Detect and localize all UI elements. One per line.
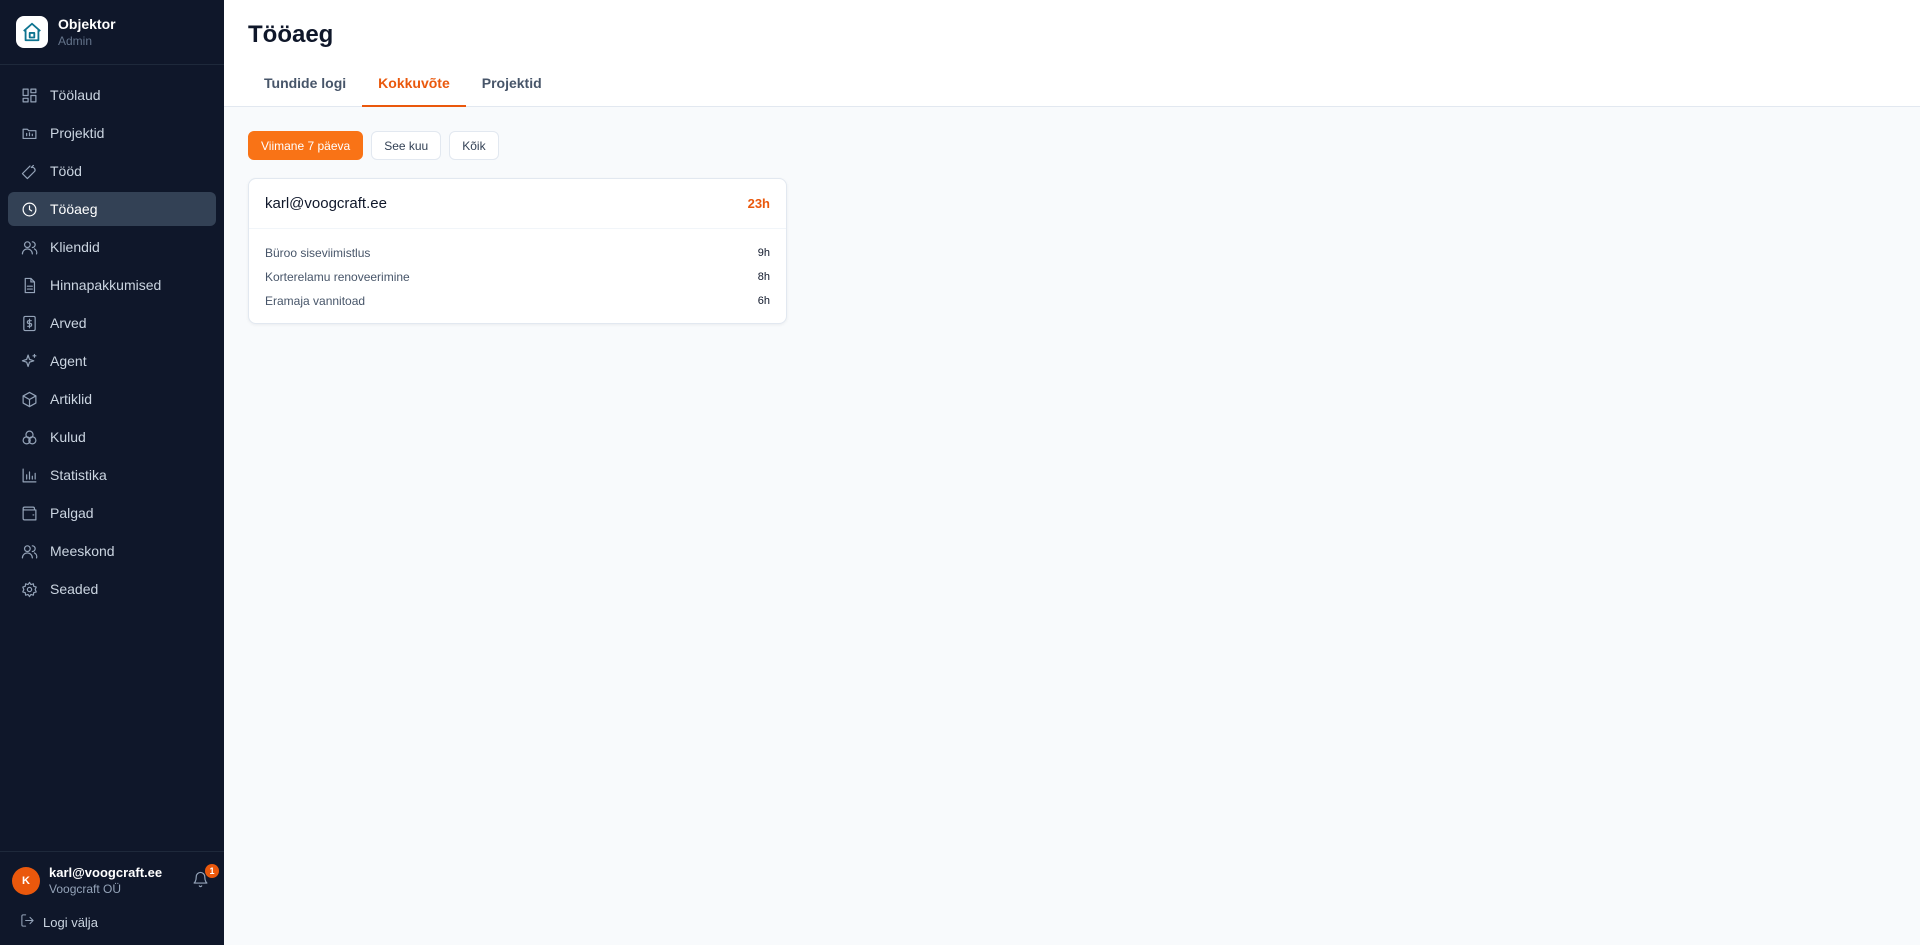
dashboard-icon <box>20 86 38 104</box>
list-item: Eramaja vannitoad 6h <box>265 289 770 313</box>
document-icon <box>20 276 38 294</box>
page-title: Tööaeg <box>248 21 334 48</box>
project-hours: 9h <box>757 247 770 259</box>
logout-icon <box>20 913 43 931</box>
sidebar-item-toolaud[interactable]: Töölaud <box>8 78 216 112</box>
card-user-email: karl@voogcraft.ee <box>265 195 387 212</box>
sidebar-item-label: Hinnapakkumised <box>50 277 162 293</box>
sidebar-item-palgad[interactable]: Palgad <box>8 496 216 530</box>
period-filters: Viimane 7 päeva See kuu Kõik <box>248 131 1896 160</box>
project-hours: 6h <box>757 295 770 307</box>
home-logo-icon <box>16 16 48 48</box>
filter-this-month-button[interactable]: See kuu <box>371 131 442 160</box>
filter-last-7-days-button[interactable]: Viimane 7 päeva <box>248 131 364 160</box>
main-content: Tööaeg Tundide logi Kokkuvõte Projektid … <box>224 0 1920 945</box>
tab-kokkuvote[interactable]: Kokkuvõte <box>362 72 466 107</box>
project-hours: 8h <box>757 271 770 283</box>
invoice-icon <box>20 314 38 332</box>
notifications-button[interactable]: 1 <box>192 863 219 892</box>
box-icon <box>20 390 38 408</box>
sidebar-item-agent[interactable]: Agent <box>8 344 216 378</box>
app-role: Admin <box>58 33 93 48</box>
sidebar-item-label: Kliendid <box>50 239 100 255</box>
logout-label: Logi välja <box>43 914 98 930</box>
list-item: Korterelamu renoveerimine 8h <box>265 265 770 289</box>
bell-icon <box>192 871 209 892</box>
sidebar-item-tooaeg[interactable]: Tööaeg <box>8 192 216 226</box>
notification-count-badge: 1 <box>205 863 219 878</box>
coins-icon <box>20 428 38 446</box>
user-company: Voogcraft OÜ <box>49 882 122 896</box>
project-hours-list: Büroo siseviimistlus 9h Korterelamu reno… <box>249 229 786 323</box>
sidebar-item-label: Projektid <box>50 125 105 141</box>
sidebar-item-label: Tööaeg <box>50 201 98 217</box>
sidebar-item-hinnapakkumised[interactable]: Hinnapakkumised <box>8 268 216 302</box>
sparkles-icon <box>20 352 38 370</box>
folder-icon <box>20 124 38 142</box>
sidebar-item-meeskond[interactable]: Meeskond <box>8 534 216 568</box>
sidebar-item-label: Kulud <box>50 429 86 445</box>
sidebar-item-projektid[interactable]: Projektid <box>8 116 216 150</box>
card-header: karl@voogcraft.ee 23h <box>249 179 786 229</box>
tab-tundide-logi[interactable]: Tundide logi <box>248 72 362 107</box>
list-item: Büroo siseviimistlus 9h <box>265 241 770 265</box>
gear-icon <box>20 580 38 598</box>
clock-icon <box>20 200 38 218</box>
sidebar-item-tood[interactable]: Tööd <box>8 154 216 188</box>
project-name: Korterelamu renoveerimine <box>265 270 410 284</box>
filter-all-button[interactable]: Kõik <box>449 131 499 160</box>
user-profile[interactable]: K karl@voogcraft.ee Voogcraft OÜ 1 <box>12 863 219 897</box>
users-icon <box>20 238 38 256</box>
sidebar-item-label: Statistika <box>50 467 107 483</box>
brand[interactable]: Objektor Admin <box>0 0 224 65</box>
page-header: Tööaeg Tundide logi Kokkuvõte Projektid <box>224 0 1920 107</box>
sidebar-item-arved[interactable]: Arved <box>8 306 216 340</box>
sidebar-item-label: Töölaud <box>50 87 101 103</box>
sidebar-item-label: Seaded <box>50 581 99 597</box>
project-name: Büroo siseviimistlus <box>265 246 371 260</box>
project-name: Eramaja vannitoad <box>265 294 366 308</box>
sidebar-item-label: Agent <box>50 353 87 369</box>
sidebar-item-label: Artiklid <box>50 391 93 407</box>
user-summary-card: karl@voogcraft.ee 23h Büroo siseviimistl… <box>248 178 787 324</box>
summary-section: Viimane 7 päeva See kuu Kõik karl@voogcr… <box>224 107 1920 348</box>
app-name: Objektor <box>58 15 116 32</box>
sidebar-item-seaded[interactable]: Seaded <box>8 572 216 606</box>
sidebar-item-label: Meeskond <box>50 543 115 559</box>
sidebar-footer: K karl@voogcraft.ee Voogcraft OÜ 1 Logi … <box>0 851 224 945</box>
sidebar-item-statistika[interactable]: Statistika <box>8 458 216 492</box>
user-email: karl@voogcraft.ee <box>49 865 163 880</box>
wallet-icon <box>20 504 38 522</box>
tab-projektid[interactable]: Projektid <box>466 72 558 107</box>
wrench-icon <box>20 162 38 180</box>
sidebar-item-label: Palgad <box>50 505 94 521</box>
sidebar-item-artiklid[interactable]: Artiklid <box>8 382 216 416</box>
sidebar: Objektor Admin Töölaud Projektid Tööd Tö… <box>0 0 224 945</box>
sidebar-item-label: Arved <box>50 315 87 331</box>
logout-button[interactable]: Logi välja <box>12 913 212 931</box>
tabs: Tundide logi Kokkuvõte Projektid <box>248 72 1896 107</box>
bar-chart-icon <box>20 466 38 484</box>
team-icon <box>20 542 38 560</box>
sidebar-item-kulud[interactable]: Kulud <box>8 420 216 454</box>
avatar: K <box>12 866 40 895</box>
card-total-hours: 23h <box>747 196 770 211</box>
sidebar-item-kliendid[interactable]: Kliendid <box>8 230 216 264</box>
sidebar-item-label: Tööd <box>50 163 82 179</box>
sidebar-nav: Töölaud Projektid Tööd Tööaeg Kliendid H… <box>0 65 224 606</box>
